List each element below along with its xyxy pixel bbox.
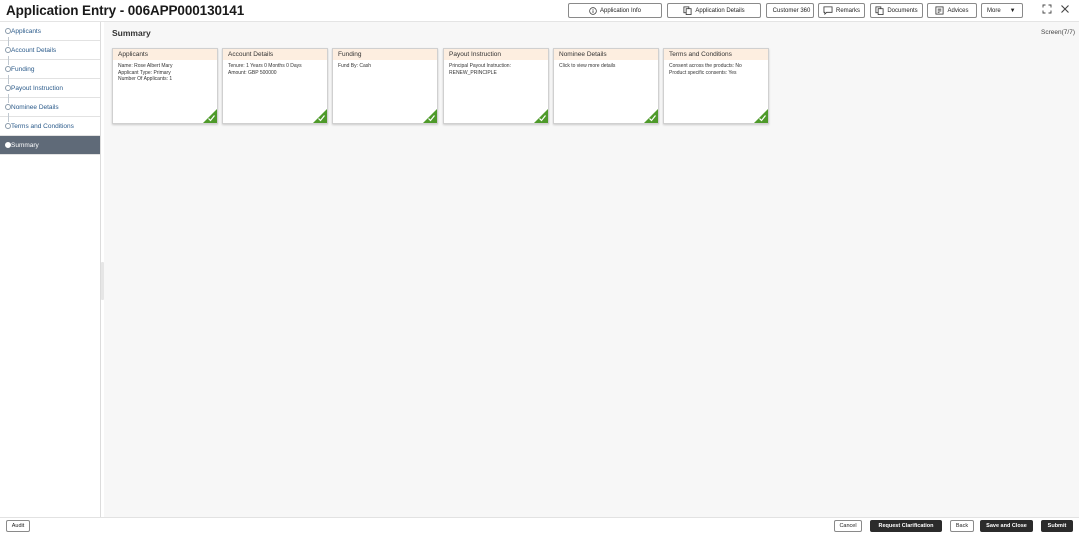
close-icon[interactable] — [1060, 4, 1070, 17]
summary-card-terms-and-conditions[interactable]: Terms and Conditions Consent across the … — [663, 48, 769, 124]
card-line: Tenure: 1 Years 0 Months 0 Days — [228, 63, 302, 69]
maximize-icon[interactable] — [1042, 4, 1052, 17]
audit-button[interactable]: Audit — [6, 520, 30, 532]
step-icon — [5, 85, 11, 91]
remarks-button[interactable]: Remarks — [818, 3, 865, 18]
card-line: Consent across the products: No — [669, 63, 742, 69]
step-icon — [5, 123, 11, 129]
card-title: Payout Instruction — [444, 49, 548, 60]
checkmark-icon — [644, 109, 658, 123]
documents-button[interactable]: Documents — [870, 3, 923, 18]
sidebar-item-label: Nominee Details — [11, 103, 59, 111]
summary-card-nominee-details[interactable]: Nominee Details Click to view more detai… — [553, 48, 659, 124]
card-line: Click to view more details — [559, 63, 616, 69]
card-line: Amount: GBP 500000 — [228, 69, 277, 76]
chevron-down-icon: ▼ — [1009, 7, 1016, 14]
summary-card-payout-instruction[interactable]: Payout Instruction Principal Payout Inst… — [443, 48, 549, 124]
card-line: Fund By: Cash — [338, 63, 372, 69]
card-line: Applicant Type: Primary — [118, 69, 171, 76]
footer-bar: Audit Cancel Request Clarification Back … — [0, 517, 1079, 533]
checkmark-icon — [313, 109, 327, 123]
sidebar-item-account-details[interactable]: Account Details — [0, 37, 100, 60]
main-content: Summary Screen(7/7) Applicants Name: Ros… — [104, 22, 1079, 517]
documents-icon — [875, 6, 884, 15]
save-and-close-button[interactable]: Save and Close — [980, 520, 1033, 532]
application-details-button[interactable]: Application Details — [667, 3, 761, 18]
summary-card-funding[interactable]: Funding Fund By: Cash — [332, 48, 438, 124]
sidebar: Applicants Account Details Funding Payou… — [0, 22, 101, 517]
screen-counter: Screen(7/7) — [1041, 29, 1075, 36]
card-line: Principal Payout Instruction: — [449, 63, 511, 69]
step-icon — [5, 28, 11, 34]
card-title: Funding — [333, 49, 437, 60]
card-line: Product specific consents: Yes — [669, 69, 737, 76]
more-label: More — [987, 7, 1001, 14]
advices-button[interactable]: Advices — [927, 3, 977, 18]
advices-icon — [935, 6, 944, 15]
application-info-button[interactable]: Application Info — [568, 3, 662, 18]
sidebar-item-label: Funding — [11, 65, 35, 73]
document-copy-icon — [683, 6, 692, 15]
documents-label: Documents — [887, 7, 918, 14]
application-details-label: Application Details — [695, 7, 745, 14]
submit-button[interactable]: Submit — [1041, 520, 1073, 532]
sidebar-item-nominee-details[interactable]: Nominee Details — [0, 94, 100, 117]
card-title: Terms and Conditions — [664, 49, 768, 60]
checkmark-icon — [203, 109, 217, 123]
section-title: Summary — [112, 28, 151, 38]
card-line: Name: Rose Albert Mary — [118, 63, 173, 69]
checkmark-icon — [534, 109, 548, 123]
checkmark-icon — [423, 109, 437, 123]
advices-label: Advices — [947, 7, 969, 14]
more-dropdown[interactable]: More ▼ — [981, 3, 1023, 18]
card-title: Account Details — [223, 49, 327, 60]
card-line: RENEW_PRINCIPLE — [449, 69, 497, 76]
customer-360-label: Customer 360 — [772, 7, 811, 14]
sidebar-item-applicants[interactable]: Applicants — [0, 22, 100, 41]
sidebar-item-label: Terms and Conditions — [11, 122, 74, 130]
summary-card-applicants[interactable]: Applicants Name: Rose Albert Mary Applic… — [112, 48, 218, 124]
step-icon — [5, 104, 11, 110]
sidebar-item-summary[interactable]: Summary — [0, 136, 100, 155]
info-icon — [589, 6, 597, 15]
remarks-label: Remarks — [835, 7, 860, 14]
page-title: Application Entry - 006APP000130141 — [6, 3, 245, 18]
request-clarification-button[interactable]: Request Clarification — [870, 520, 942, 532]
step-icon — [5, 142, 11, 148]
sidebar-item-funding[interactable]: Funding — [0, 56, 100, 79]
back-button[interactable]: Back — [950, 520, 974, 532]
sidebar-item-terms-and-conditions[interactable]: Terms and Conditions — [0, 113, 100, 136]
cancel-button[interactable]: Cancel — [834, 520, 862, 532]
card-title: Nominee Details — [554, 49, 658, 60]
step-icon — [5, 47, 11, 53]
checkmark-icon — [754, 109, 768, 123]
header-bar: Application Entry - 006APP000130141 Appl… — [0, 0, 1079, 22]
summary-card-account-details[interactable]: Account Details Tenure: 1 Years 0 Months… — [222, 48, 328, 124]
customer-360-button[interactable]: Customer 360 — [766, 3, 814, 18]
comment-icon — [823, 6, 833, 15]
step-icon — [5, 66, 11, 72]
card-line: Number Of Applicants: 1 — [118, 76, 173, 83]
application-info-label: Application Info — [599, 7, 642, 14]
card-title: Applicants — [113, 49, 217, 60]
sidebar-item-payout-instruction[interactable]: Payout Instruction — [0, 75, 100, 98]
sidebar-item-label: Applicants — [11, 27, 41, 35]
sidebar-item-label: Account Details — [11, 46, 57, 54]
sidebar-item-label: Payout Instruction — [11, 84, 64, 92]
sidebar-item-label: Summary — [11, 141, 39, 149]
